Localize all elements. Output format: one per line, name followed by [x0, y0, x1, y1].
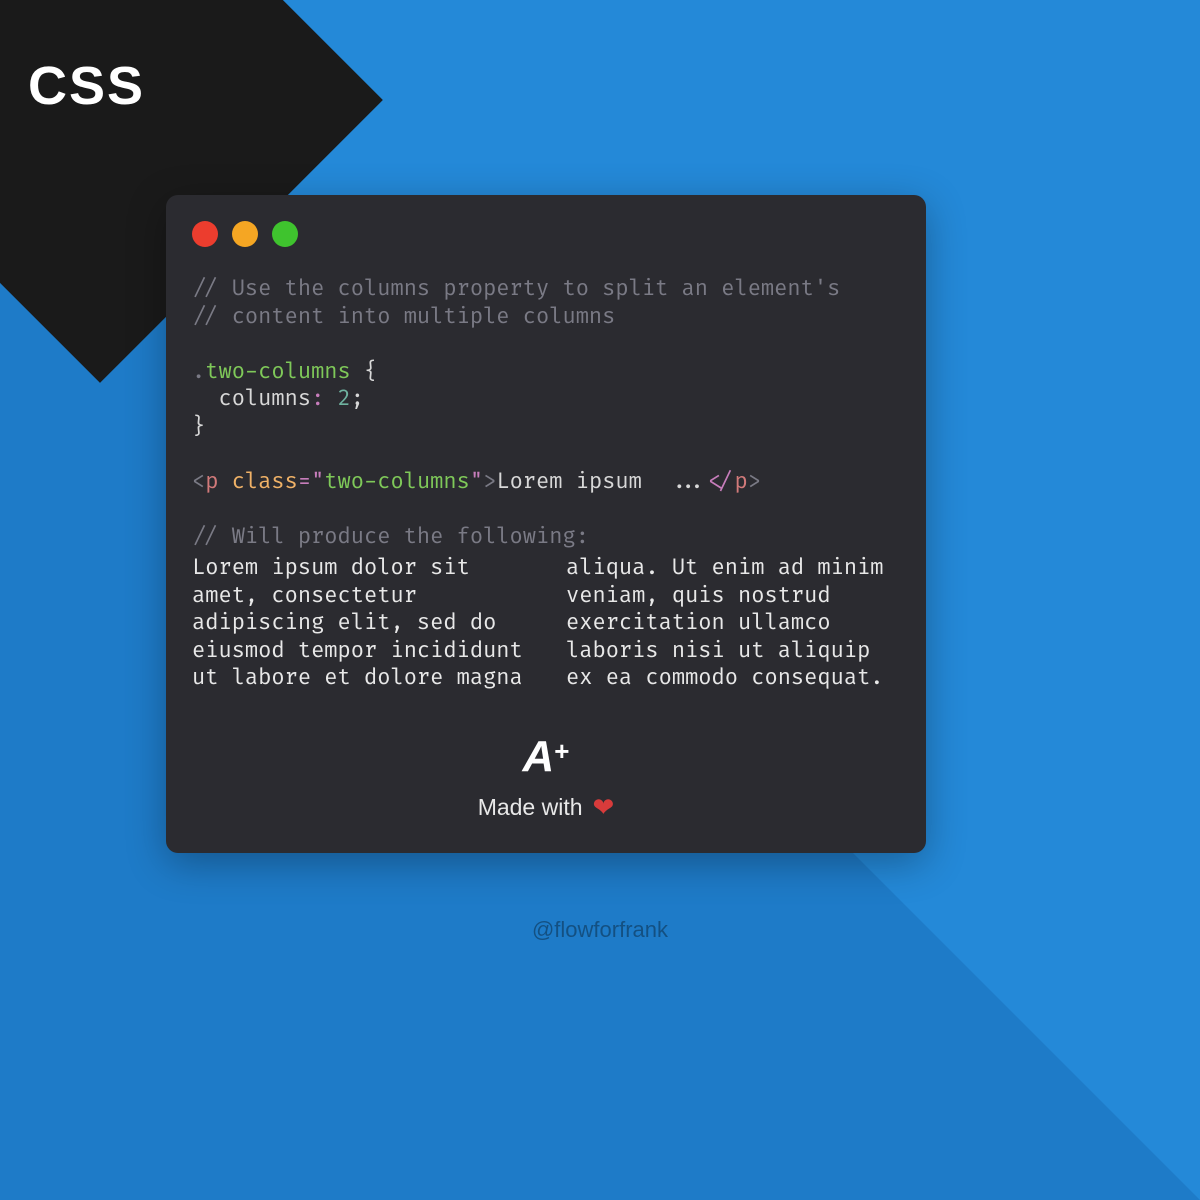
css-value: 2 [338, 385, 351, 412]
html-inner-text: Lorem ipsum ... [496, 468, 708, 495]
maximize-icon[interactable] [272, 221, 298, 247]
logo-plus-icon: + [554, 736, 569, 767]
css-property: columns [218, 385, 311, 412]
html-attr: class [232, 468, 298, 495]
author-handle: @flowforfrank [532, 917, 668, 943]
code-comment: // Will produce the following: [192, 523, 589, 550]
made-with-label: Made with ❤ [478, 792, 615, 823]
minimize-icon[interactable] [232, 221, 258, 247]
footer: A + Made with ❤ [192, 732, 900, 823]
code-comment: // content into multiple columns [192, 303, 615, 330]
css-badge-label: CSS [28, 55, 145, 117]
css-selector: two-columns [205, 358, 351, 385]
code-block: // Use the columns property to split an … [192, 275, 900, 550]
html-tag: p [205, 468, 218, 495]
heart-icon: ❤ [593, 792, 615, 823]
html-attr-value: two-columns [324, 468, 470, 495]
made-with-text: Made with [478, 794, 583, 821]
code-comment: // Use the columns property to split an … [192, 275, 840, 302]
window-controls [192, 221, 900, 247]
columns-demo-text: Lorem ipsum dolor sit amet, consectetur … [192, 554, 900, 692]
editor-window: // Use the columns property to split an … [166, 195, 926, 853]
logo-a-icon: A [523, 732, 553, 782]
close-icon[interactable] [192, 221, 218, 247]
logo: A + [523, 732, 570, 782]
